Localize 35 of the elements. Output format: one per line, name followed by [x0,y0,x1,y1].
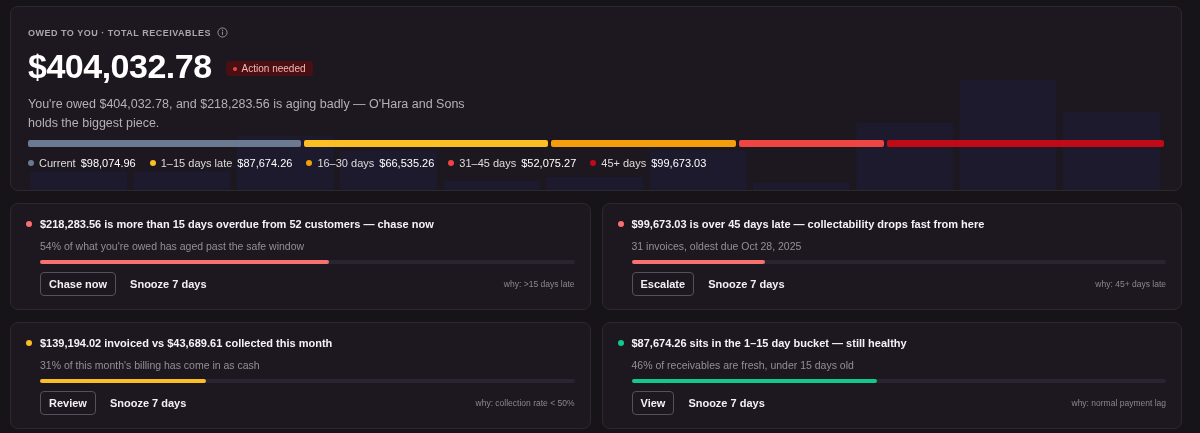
reason-text: why: collection rate < 50% [475,398,575,408]
insight-title: $139,194.02 invoiced vs $43,689.61 collected this month [40,337,333,349]
snooze-button[interactable]: Snooze 7 days [130,278,207,290]
reason-text: why: 45+ days late [1095,279,1166,289]
status-badge: Action needed [225,61,313,76]
legend-label: Current [39,157,76,169]
insight-title: $99,673.03 is over 45 days late — collectability drops fast from here [631,218,985,230]
insight-title: $87,674.26 sits in the 1–15 day bucket — still healthy [631,337,907,349]
legend-amount: $98,074.96 [80,157,136,169]
summary-text: You're owed $404,032.78, and $218,283.56 is aging badly — O'Hara and Sons holds the biggest piece. [28,96,466,132]
legend-label: 45+ days [601,157,647,169]
snooze-button[interactable]: Snooze 7 days [688,397,765,409]
reason-text: why: >15 days late [503,279,575,289]
insight-detail: 31 invoices, oldest due Oct 28, 2025 [631,240,803,252]
snooze-button[interactable]: Snooze 7 days [708,278,785,290]
legend-amount: $99,673.03 [651,157,707,169]
legend-amount: $52,075.27 [521,157,577,169]
reason-text: why: normal payment lag [1071,398,1166,408]
action-button[interactable]: View [631,391,675,415]
action-button[interactable]: Review [40,391,96,415]
legend-label: 16–30 days [317,157,375,169]
legend-amount: $87,674.26 [237,157,293,169]
insight-detail: 54% of what you're owed has aged past the safe window [40,240,306,252]
action-button[interactable]: Escalate [631,272,695,296]
insight-detail: 31% of this month's billing has come in as cash [40,359,261,371]
legend-label: 31–45 days [459,157,517,169]
snooze-button[interactable]: Snooze 7 days [109,397,187,409]
section-label: OWED TO YOU · TOTAL RECEIVABLES [28,27,211,38]
total-amount: $404,032.78 [28,47,212,86]
legend-label: 1–15 days late [160,157,233,169]
insight-title: $218,283.56 is more than 15 days overdue from 52 customers — chase now [40,218,434,230]
info-icon[interactable] [217,27,228,38]
action-button[interactable]: Chase now [40,272,117,296]
legend-amount: $66,535.26 [379,157,435,169]
insight-detail: 46% of receivables are fresh, under 15 days old [631,359,855,371]
